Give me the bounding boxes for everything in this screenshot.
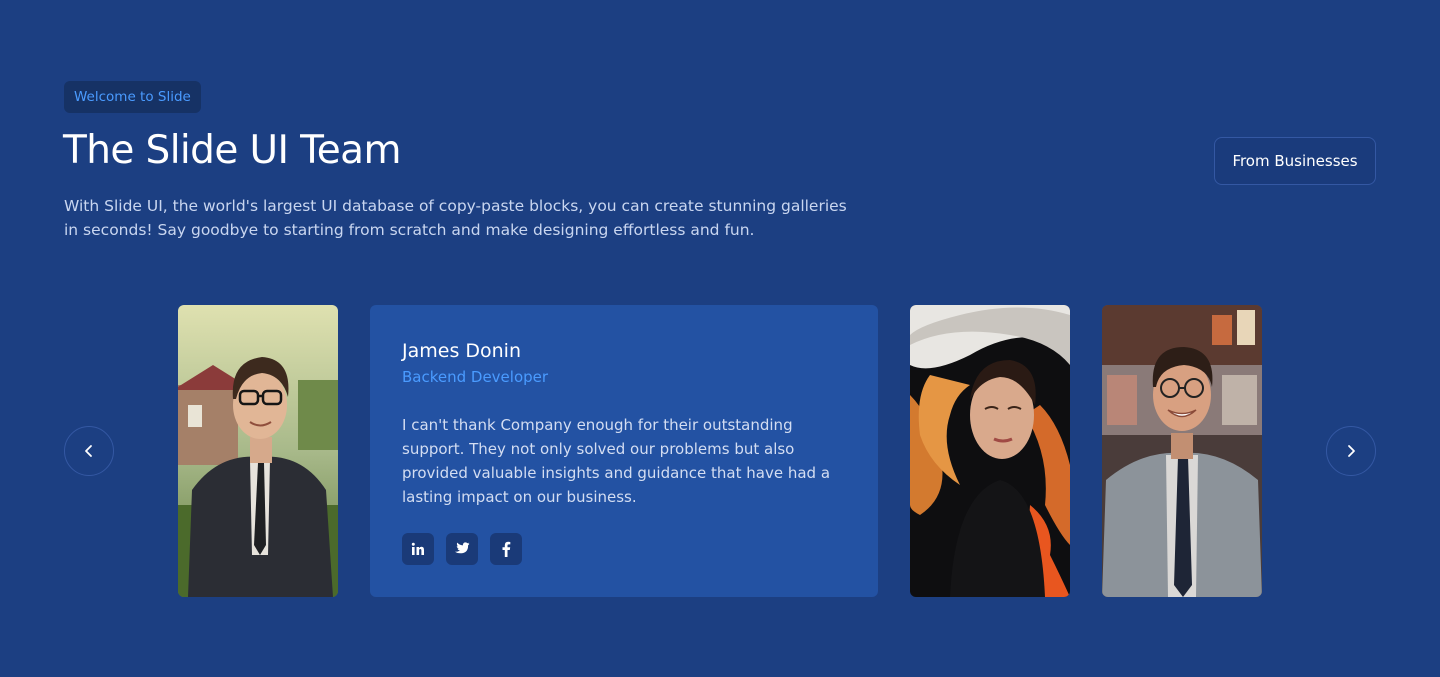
linkedin-link[interactable] <box>402 533 434 565</box>
carousel-prev-button[interactable] <box>64 426 114 476</box>
testimonial-quote: I can't thank Company enough for their o… <box>402 416 831 506</box>
twitter-link[interactable] <box>446 533 478 565</box>
team-member-photo[interactable] <box>1102 305 1262 597</box>
page-subtitle: With Slide UI, the world's largest UI da… <box>64 197 847 239</box>
chevron-right-icon <box>1348 445 1355 457</box>
chevron-left-icon <box>85 445 92 457</box>
linkedin-icon <box>411 542 424 555</box>
from-businesses-button[interactable]: From Businesses <box>1214 137 1376 185</box>
twitter-icon <box>454 542 470 554</box>
team-member-photo[interactable] <box>910 305 1070 597</box>
carousel-next-button[interactable] <box>1326 426 1376 476</box>
welcome-badge: Welcome to Slide <box>64 81 201 113</box>
facebook-link[interactable] <box>490 533 522 565</box>
member-name: James Donin <box>402 340 522 362</box>
facebook-icon <box>502 541 511 557</box>
team-member-photo[interactable] <box>178 305 338 597</box>
page-title: The Slide UI Team <box>63 128 401 173</box>
social-links <box>402 533 522 565</box>
testimonial-card: James Donin Backend Developer I can't th… <box>370 305 878 597</box>
member-role: Backend Developer <box>402 368 549 386</box>
